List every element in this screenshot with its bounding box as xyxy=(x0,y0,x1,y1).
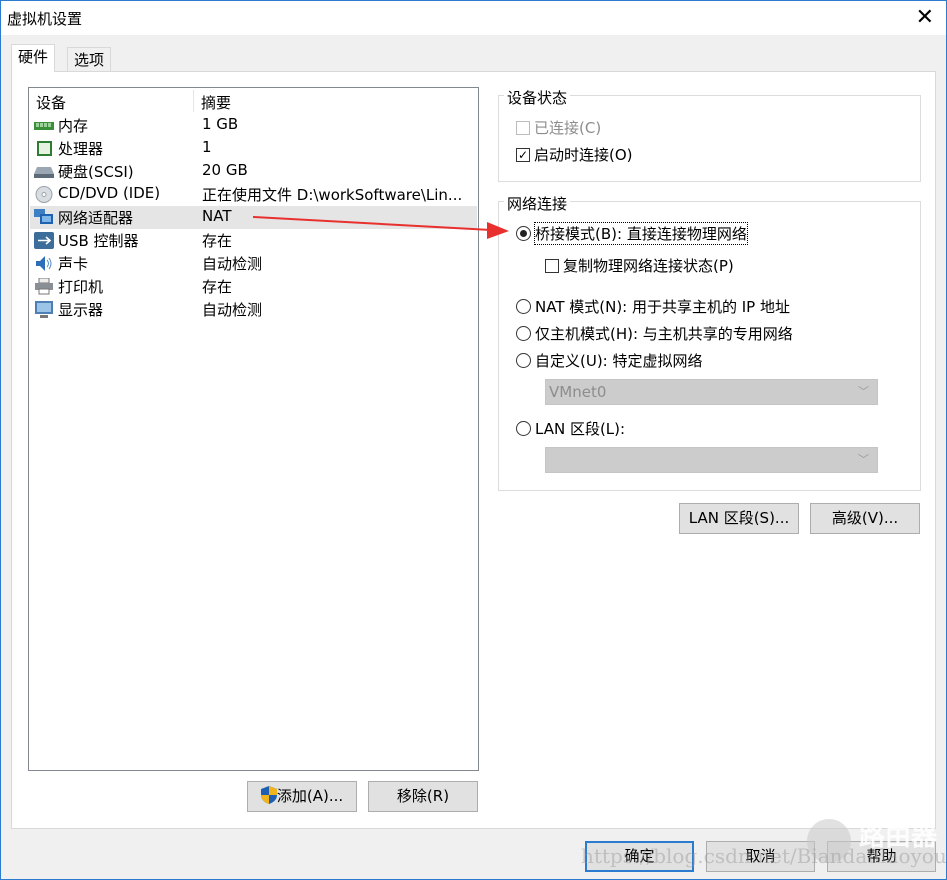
device-name: 处理器 xyxy=(58,140,104,158)
device-row-printer[interactable]: 打印机 存在 xyxy=(30,275,477,298)
replicate-state-checkbox[interactable]: 复制物理网络连接状态(P) xyxy=(545,255,734,276)
column-separator[interactable] xyxy=(193,90,194,112)
device-summary: 20 GB xyxy=(202,161,248,179)
radio-bridged-label: 桥接模式(B): 直接连接物理网络 xyxy=(534,222,748,245)
arrow-line xyxy=(252,216,492,231)
remove-device-button[interactable]: 移除(R) xyxy=(368,781,478,812)
device-row-display[interactable]: 显示器 自动检测 xyxy=(30,298,477,321)
device-summary: 存在 xyxy=(202,278,233,296)
printer-icon xyxy=(35,278,53,295)
device-summary: 自动检测 xyxy=(202,301,263,319)
radio-button xyxy=(516,353,531,368)
custom-network-select[interactable]: VMnet0 ﹀ xyxy=(545,379,878,405)
device-name: 内存 xyxy=(58,117,89,135)
checkbox-box xyxy=(545,258,559,273)
device-row-processor[interactable]: 处理器 1 xyxy=(30,137,477,160)
lan-segment-select[interactable]: ﹀ xyxy=(545,447,878,473)
settings-dialog: 虚拟机设置 ✕ 硬件 选项 设备 摘要 内存 1 GB 处理器 1 硬盘(SCS… xyxy=(0,0,947,880)
connect-on-start-checkbox[interactable]: ✓ 启动时连接(O) xyxy=(516,144,633,165)
close-icon[interactable]: ✕ xyxy=(916,5,934,30)
device-summary: 正在使用文件 D:\workSoftware\Lin... xyxy=(202,186,463,204)
tab-options[interactable]: 选项 xyxy=(67,47,112,73)
tab-hardware[interactable]: 硬件 xyxy=(11,44,56,72)
radio-button xyxy=(516,299,531,314)
network-connection-label: 网络连接 xyxy=(504,193,571,214)
column-header-summary[interactable]: 摘要 xyxy=(201,92,231,113)
device-row-memory[interactable]: 内存 1 GB xyxy=(30,114,477,137)
radio-custom[interactable]: 自定义(U): 特定虚拟网络 xyxy=(516,350,703,371)
device-name: USB 控制器 xyxy=(58,232,139,250)
device-name: CD/DVD (IDE) xyxy=(58,184,161,202)
network-adapter-icon xyxy=(34,209,53,224)
device-name: 网络适配器 xyxy=(58,209,134,227)
device-row-sound-card[interactable]: 声卡 自动检测 xyxy=(30,252,477,275)
title-bar: 虚拟机设置 ✕ xyxy=(1,1,946,35)
memory-icon xyxy=(34,122,54,130)
connect-on-start-label: 启动时连接(O) xyxy=(534,146,633,164)
radio-custom-label: 自定义(U): 特定虚拟网络 xyxy=(535,352,703,370)
device-row-cd-dvd[interactable]: CD/DVD (IDE) 正在使用文件 D:\workSoftware\Lin.… xyxy=(30,183,477,206)
hard-disk-icon xyxy=(34,167,54,178)
advanced-button[interactable]: 高级(V)... xyxy=(810,503,920,534)
device-summary: 1 xyxy=(202,138,212,156)
radio-host-only[interactable]: 仅主机模式(H): 与主机共享的专用网络 xyxy=(516,323,793,344)
add-device-button[interactable]: 添加(A)... xyxy=(247,781,357,812)
connected-label: 已连接(C) xyxy=(534,119,602,137)
device-summary: 自动检测 xyxy=(202,255,263,273)
radio-host-only-label: 仅主机模式(H): 与主机共享的专用网络 xyxy=(535,325,793,343)
device-status-label: 设备状态 xyxy=(504,87,571,108)
processor-icon xyxy=(37,141,52,156)
shield-icon xyxy=(260,786,277,804)
checkbox-box xyxy=(516,120,530,135)
radio-button xyxy=(516,421,531,436)
display-icon xyxy=(35,301,53,318)
radio-nat[interactable]: NAT 模式(N): 用于共享主机的 IP 地址 xyxy=(516,296,790,317)
radio-button xyxy=(516,226,531,241)
cd-dvd-icon xyxy=(35,186,53,203)
usb-icon xyxy=(34,232,54,249)
sound-card-icon xyxy=(36,256,52,271)
cancel-button[interactable]: 取消 xyxy=(706,841,815,872)
connected-checkbox[interactable]: 已连接(C) xyxy=(516,117,601,138)
add-device-label: 添加(A)... xyxy=(276,787,344,805)
device-summary: 存在 xyxy=(202,232,233,250)
ok-button[interactable]: 确定 xyxy=(585,841,694,872)
help-button[interactable]: 帮助 xyxy=(827,841,936,872)
arrow-head xyxy=(487,222,509,239)
lan-segments-button[interactable]: LAN 区段(S)... xyxy=(679,503,799,534)
device-name: 打印机 xyxy=(58,278,104,296)
radio-nat-label: NAT 模式(N): 用于共享主机的 IP 地址 xyxy=(535,298,791,316)
device-summary: NAT xyxy=(202,207,232,225)
chevron-down-icon: ﹀ xyxy=(858,453,869,466)
device-name: 硬盘(SCSI) xyxy=(58,163,134,181)
device-name: 显示器 xyxy=(58,301,104,319)
custom-network-value: VMnet0 xyxy=(549,383,607,401)
device-name: 声卡 xyxy=(58,255,89,273)
device-list[interactable]: 设备 摘要 内存 1 GB 处理器 1 硬盘(SCSI) 20 GB CD/DV… xyxy=(28,87,479,771)
chevron-down-icon: ﹀ xyxy=(858,385,869,398)
check-icon: ✓ xyxy=(516,147,530,162)
radio-lan-segment[interactable]: LAN 区段(L): xyxy=(516,418,625,439)
device-summary: 1 GB xyxy=(202,115,239,133)
column-header-device[interactable]: 设备 xyxy=(36,92,66,113)
device-row-hard-disk[interactable]: 硬盘(SCSI) 20 GB xyxy=(30,160,477,183)
radio-button xyxy=(516,326,531,341)
replicate-state-label: 复制物理网络连接状态(P) xyxy=(563,257,734,275)
device-status-group xyxy=(498,95,921,182)
window-title: 虚拟机设置 xyxy=(7,10,83,28)
radio-bridged[interactable]: 桥接模式(B): 直接连接物理网络 xyxy=(516,222,748,245)
annotation-arrow xyxy=(252,216,509,239)
radio-lan-segment-label: LAN 区段(L): xyxy=(535,420,626,438)
